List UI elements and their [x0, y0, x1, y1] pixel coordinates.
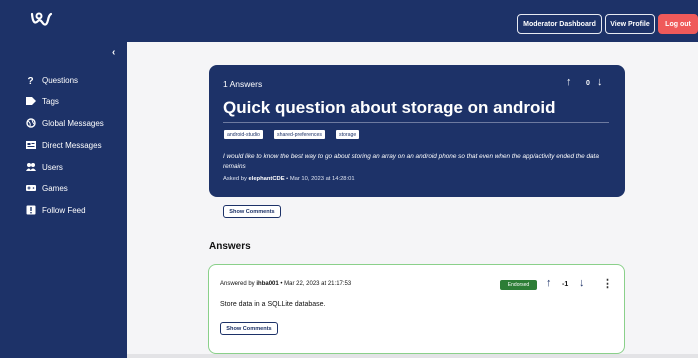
asked-by-label: Asked by: [223, 176, 247, 182]
downvote-arrow-icon[interactable]: ↓: [579, 277, 585, 289]
question-date: • Mar 10, 2023 at 14:28:01: [284, 176, 355, 182]
answer-body: Store data in a SQLLite database.: [220, 301, 326, 308]
answers-heading: Answers: [209, 241, 251, 252]
answer-author[interactable]: ihba001: [256, 281, 278, 287]
tag-icon: [26, 96, 36, 106]
gamepad-icon: [26, 183, 36, 193]
sidebar-item-label: Follow Feed: [42, 205, 86, 215]
show-comments-button[interactable]: Show Comments: [220, 322, 278, 335]
upvote-arrow-icon[interactable]: ↑: [546, 277, 552, 289]
tag-chip[interactable]: android-studio: [223, 129, 264, 140]
sidebar-item-games[interactable]: Games: [0, 178, 127, 198]
sidebar-item-global-messages[interactable]: Global Messages: [0, 113, 127, 133]
show-comments-button[interactable]: Show Comments: [223, 205, 281, 218]
tag-chip[interactable]: storage: [335, 129, 361, 140]
sidebar-item-direct-messages[interactable]: Direct Messages: [0, 135, 127, 155]
divider: [223, 122, 609, 123]
logout-button[interactable]: Log out: [658, 14, 698, 34]
sidebar-item-label: Global Messages: [42, 118, 104, 128]
svg-text:?: ?: [28, 76, 34, 85]
question-title: Quick question about storage on android: [223, 98, 556, 117]
feed-icon: [26, 205, 36, 215]
view-profile-button[interactable]: View Profile: [605, 14, 655, 34]
answer-meta: Answered by ihba001 • Mar 22, 2023 at 21…: [220, 281, 351, 287]
moderator-dashboard-button[interactable]: Moderator Dashboard: [517, 14, 602, 34]
sidebar-item-tags[interactable]: Tags: [0, 91, 127, 111]
question-meta: Asked by elephantCDE • Mar 10, 2023 at 1…: [223, 176, 355, 182]
answer-date: • Mar 22, 2023 at 21:17:53: [278, 281, 352, 287]
upvote-arrow-icon[interactable]: ↑: [566, 76, 572, 88]
top-bar: Moderator Dashboard View Profile Log out: [0, 0, 698, 42]
question-vote-count: 0: [586, 80, 590, 87]
answer-card: Answered by ihba001 • Mar 22, 2023 at 21…: [208, 264, 625, 354]
sidebar-item-follow-feed[interactable]: Follow Feed: [0, 200, 127, 220]
sidebar: ‹ ? Questions Tags Global Messages Direc…: [0, 42, 127, 358]
logo-icon[interactable]: [30, 11, 54, 29]
answer-vote-count: -1: [562, 281, 569, 288]
sidebar-item-label: Users: [42, 162, 63, 172]
globe-icon: [26, 118, 36, 128]
downvote-arrow-icon[interactable]: ↓: [597, 76, 603, 88]
message-icon: [26, 140, 36, 150]
answered-by-label: Answered by: [220, 281, 255, 287]
question-card: 1 Answers ↑ 0 ↓ Quick question about sto…: [209, 65, 625, 197]
sidebar-item-questions[interactable]: ? Questions: [0, 70, 127, 90]
endorsed-badge: Endorsed: [500, 280, 537, 290]
more-options-icon[interactable]: ⋮: [602, 277, 613, 290]
scroll-edge: [127, 354, 698, 358]
sidebar-item-label: Questions: [42, 75, 79, 85]
sidebar-item-users[interactable]: Users: [0, 157, 127, 177]
collapse-sidebar-icon[interactable]: ‹: [112, 47, 115, 58]
sidebar-item-label: Tags: [42, 96, 59, 106]
tag-chip[interactable]: shared-preferences: [273, 129, 326, 140]
question-icon: ?: [26, 75, 36, 85]
users-icon: [26, 162, 36, 172]
sidebar-item-label: Games: [42, 183, 68, 193]
question-author[interactable]: elephantCDE: [248, 176, 284, 182]
sidebar-item-label: Direct Messages: [42, 140, 102, 150]
answer-count: 1 Answers: [223, 79, 263, 89]
question-body: I would like to know the best way to go …: [223, 153, 599, 170]
